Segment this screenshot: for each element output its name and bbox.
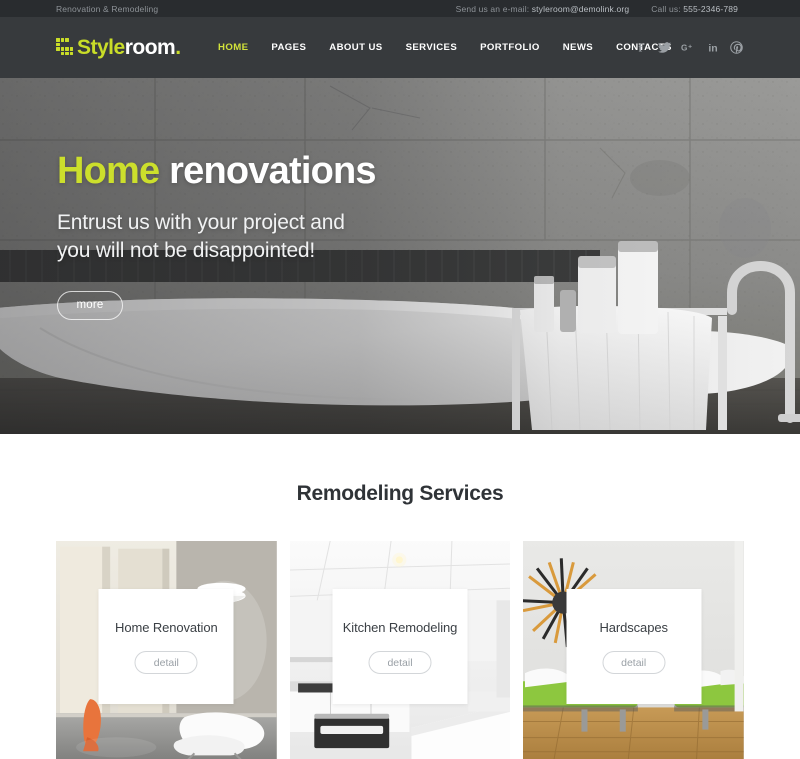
- nav-item-portfolio[interactable]: PORTFOLIO: [480, 42, 540, 53]
- site-tagline: Renovation & Remodeling: [56, 3, 159, 14]
- hero-title-accent: Home: [57, 150, 160, 192]
- nav-item-pages[interactable]: PAGES: [271, 42, 306, 53]
- contact-email-value: styleroom@demolink.org: [531, 3, 630, 14]
- logo-grid-icon: [56, 38, 73, 55]
- social-links: f G + in: [633, 17, 744, 78]
- service-card-panel: Home Renovation detail: [98, 589, 234, 704]
- twitter-icon[interactable]: [657, 40, 672, 55]
- service-card-hardscapes[interactable]: Hardscapes detail: [523, 541, 745, 759]
- services-card-list: Home Renovation detail Kitchen Remodelin…: [0, 541, 800, 759]
- hero-subtitle: Entrust us with your project and you wil…: [57, 209, 477, 265]
- hero-content: Home renovations Entrust us with your pr…: [57, 152, 477, 320]
- logo-text-part3: .: [175, 36, 181, 59]
- nav-item-news[interactable]: NEWS: [563, 42, 593, 53]
- contact-phone[interactable]: Call us: 555-2346-789: [651, 4, 738, 14]
- main-navigation: HOME PAGES ABOUT US SERVICES PORTFOLIO N…: [218, 17, 672, 78]
- svg-text:in: in: [708, 43, 717, 55]
- service-card-panel: Hardscapes detail: [566, 589, 702, 704]
- service-card-title: Hardscapes: [599, 619, 668, 635]
- nav-item-about-us[interactable]: ABOUT US: [329, 42, 382, 53]
- service-card-title: Kitchen Remodeling: [342, 619, 458, 635]
- logo-text-part1: Style: [77, 36, 125, 59]
- nav-item-home[interactable]: HOME: [218, 42, 248, 53]
- svg-text:G: G: [681, 44, 687, 53]
- site-header: Styleroom. HOME PAGES ABOUT US SERVICES …: [0, 17, 800, 78]
- google-plus-icon[interactable]: G +: [681, 40, 696, 55]
- facebook-icon[interactable]: f: [633, 40, 648, 55]
- contact-email[interactable]: Send us an e-mail: styleroom@demolink.or…: [456, 4, 630, 14]
- service-card-home-renovation[interactable]: Home Renovation detail: [56, 541, 277, 759]
- logo-text: Styleroom.: [77, 37, 181, 58]
- logo-text-part2: room: [124, 36, 176, 59]
- hero-more-button[interactable]: more: [57, 290, 123, 320]
- top-bar-contacts: Send us an e-mail: styleroom@demolink.or…: [456, 0, 738, 17]
- hero-banner: Home renovations Entrust us with your pr…: [0, 78, 800, 434]
- service-card-detail-button[interactable]: detail: [368, 651, 432, 675]
- service-card-title: Home Renovation: [115, 619, 218, 635]
- services-heading: Remodeling Services: [296, 482, 504, 505]
- linkedin-icon[interactable]: in: [705, 40, 720, 55]
- service-card-detail-button[interactable]: detail: [602, 651, 666, 675]
- service-card-kitchen-remodeling[interactable]: Kitchen Remodeling detail: [289, 541, 511, 759]
- svg-text:f: f: [639, 41, 644, 54]
- contact-phone-label: Call us:: [651, 3, 681, 14]
- top-bar: Renovation & Remodeling Send us an e-mai…: [0, 0, 800, 17]
- hero-title-rest: renovations: [169, 150, 376, 192]
- hero-title: Home renovations: [57, 152, 477, 190]
- hero-subtitle-line-1: Entrust us with your project and: [57, 211, 345, 234]
- service-card-detail-button[interactable]: detail: [134, 651, 198, 675]
- nav-item-services[interactable]: SERVICES: [406, 42, 458, 53]
- services-section: Remodeling Services Home Renovation deta…: [0, 434, 800, 759]
- site-logo[interactable]: Styleroom.: [56, 37, 181, 58]
- contact-email-label: Send us an e-mail:: [455, 3, 530, 14]
- contact-phone-value: 555-2346-789: [683, 3, 738, 14]
- svg-text:+: +: [688, 44, 692, 51]
- hero-subtitle-line-2: you will not be disappointed!: [57, 238, 316, 262]
- service-card-panel: Kitchen Remodeling detail: [332, 589, 468, 704]
- pinterest-icon[interactable]: [729, 40, 744, 55]
